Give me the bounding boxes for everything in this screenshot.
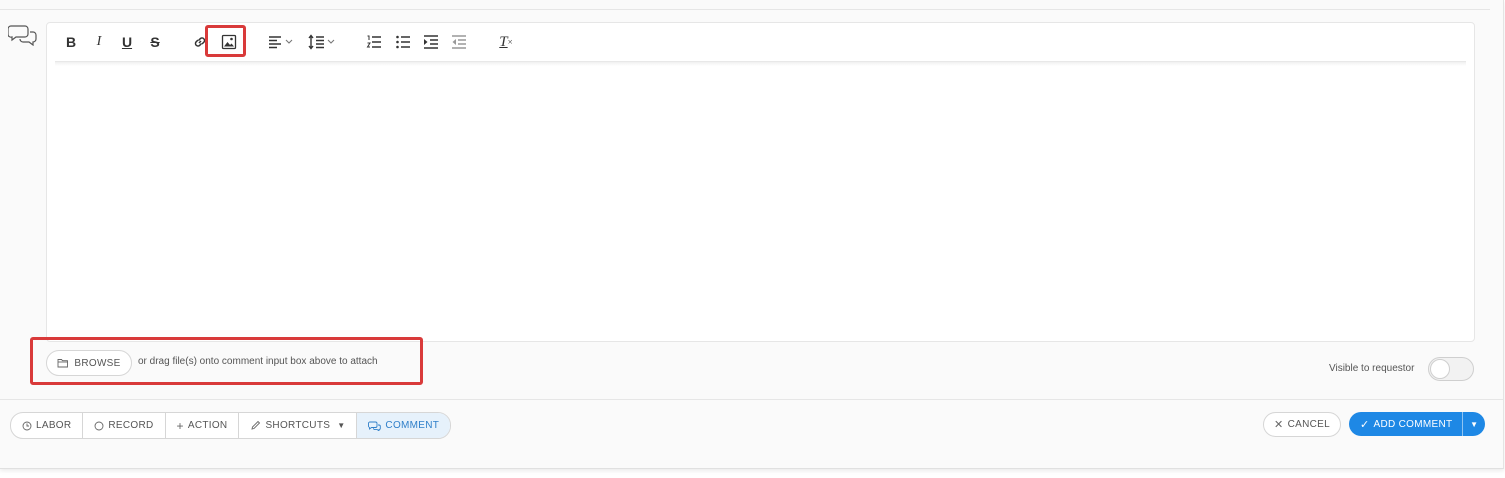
comment-icon <box>368 421 382 431</box>
line-height-dropdown[interactable] <box>307 32 337 52</box>
attach-hint: or drag file(s) onto comment input box a… <box>138 356 378 367</box>
record-circle-icon <box>94 421 104 430</box>
visible-to-requestor-label: Visible to requestor <box>1329 363 1415 374</box>
comment-panel: B I U S T × BROWSE or drag file(s) onto … <box>0 0 1504 469</box>
action-label: ACTION <box>187 420 228 431</box>
outdent-icon[interactable] <box>451 32 467 52</box>
clear-format-letter: T <box>499 33 508 50</box>
caret-down-icon: ▼ <box>1470 419 1479 429</box>
clear-format-button[interactable]: T × <box>497 32 515 52</box>
top-divider <box>0 9 1490 10</box>
image-icon[interactable] <box>221 32 237 52</box>
cancel-button[interactable]: ✕ CANCEL <box>1263 412 1341 437</box>
underline-button[interactable]: U <box>121 32 133 52</box>
close-icon: ✕ <box>1274 419 1284 431</box>
plus-icon: + <box>176 418 184 433</box>
italic-button[interactable]: I <box>93 32 105 52</box>
cancel-label: CANCEL <box>1287 419 1330 430</box>
add-comment-button[interactable]: ✓ ADD COMMENT <box>1349 412 1462 436</box>
comment-label: COMMENT <box>385 420 440 431</box>
labor-tab[interactable]: LABOR <box>11 413 84 438</box>
add-comment-button-group: ✓ ADD COMMENT ▼ <box>1349 412 1485 436</box>
entry-type-tabs: LABOR RECORD + ACTION SHORTCUTS ▼ COMMEN… <box>10 412 452 439</box>
action-tab[interactable]: + ACTION <box>166 413 240 438</box>
comment-tab[interactable]: COMMENT <box>357 413 451 438</box>
clear-format-x: × <box>507 37 513 47</box>
folder-icon <box>57 359 69 368</box>
align-dropdown[interactable] <box>267 32 295 52</box>
indent-icon[interactable] <box>423 32 439 52</box>
bullet-list-icon[interactable] <box>395 32 411 52</box>
comment-editor[interactable]: B I U S T × <box>46 22 1475 342</box>
bottom-divider <box>0 399 1503 400</box>
labor-label: LABOR <box>36 420 72 431</box>
caret-down-icon: ▼ <box>337 421 346 430</box>
toggle-knob <box>1430 359 1450 379</box>
shortcuts-dropdown[interactable]: SHORTCUTS ▼ <box>239 413 358 438</box>
link-icon[interactable] <box>192 32 208 52</box>
editor-toolbar: B I U S T × <box>47 23 1474 61</box>
strikethrough-button[interactable]: S <box>149 32 161 52</box>
shortcuts-label: SHORTCUTS <box>265 420 331 431</box>
record-label: RECORD <box>108 420 154 431</box>
pencil-icon <box>251 420 261 430</box>
visible-to-requestor-toggle[interactable] <box>1428 357 1474 381</box>
comment-input-area[interactable] <box>47 66 1474 341</box>
browse-label: BROWSE <box>74 357 121 369</box>
browse-button[interactable]: BROWSE <box>46 350 132 376</box>
ordered-list-icon[interactable] <box>366 32 382 52</box>
clock-icon <box>22 421 32 430</box>
add-comment-options-dropdown[interactable]: ▼ <box>1462 412 1485 436</box>
add-comment-label: ADD COMMENT <box>1373 418 1453 430</box>
comments-icon <box>8 22 38 46</box>
record-tab[interactable]: RECORD <box>83 413 166 438</box>
bold-button[interactable]: B <box>65 32 77 52</box>
check-icon: ✓ <box>1360 418 1370 431</box>
